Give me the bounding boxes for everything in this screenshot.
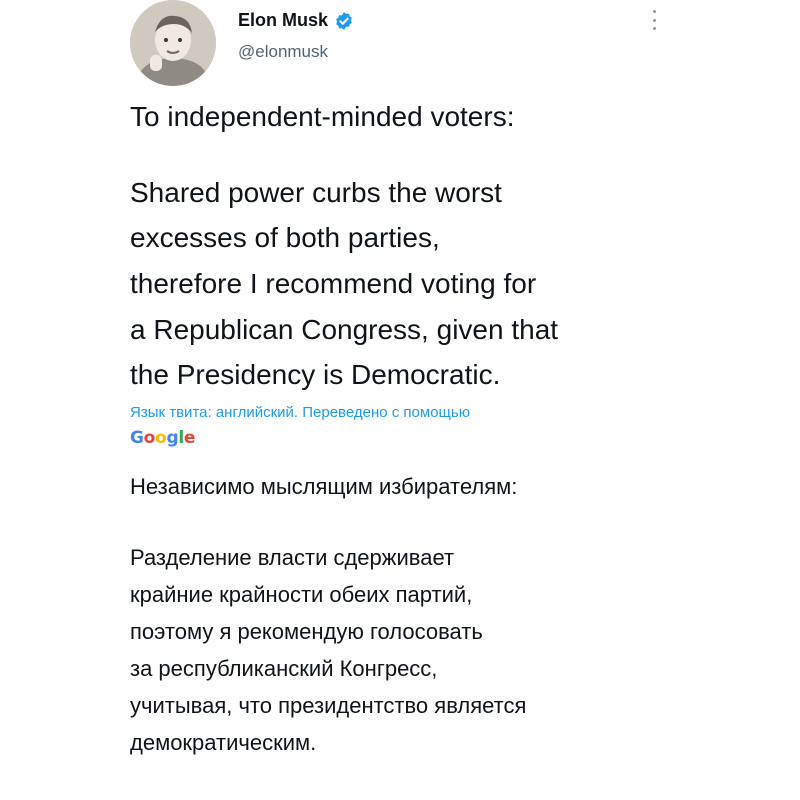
child-portrait-avatar-icon bbox=[130, 0, 216, 86]
tweet-text-line: the Presidency is Democratic. bbox=[130, 359, 501, 390]
tweet-text-line: therefore I recommend voting for bbox=[130, 268, 537, 299]
google-logo[interactable]: Google bbox=[130, 428, 195, 448]
translated-text-line: Независимо мыслящим избирателям: bbox=[130, 474, 518, 499]
tweet-text-line: To independent-minded voters: bbox=[130, 101, 515, 132]
more-vertical-icon[interactable] bbox=[648, 8, 660, 32]
translated-text-line: поэтому я рекомендую голосовать bbox=[130, 619, 483, 644]
google-logo-letter: G bbox=[130, 428, 144, 448]
tweet-text-line: Shared power curbs the worst bbox=[130, 177, 502, 208]
avatar[interactable] bbox=[130, 0, 216, 86]
tweet-text-line: a Republican Congress, given that bbox=[130, 314, 559, 345]
translation-note-link[interactable]: Язык твита: английский. Переведено с пом… bbox=[130, 404, 470, 421]
tweet: Elon Musk @elonmusk To independent-minde… bbox=[0, 0, 800, 800]
translated-text-line: за республиканский Конгресс, bbox=[130, 656, 438, 681]
verified-badge-icon bbox=[334, 11, 354, 31]
translated-text-line: крайние крайности обеих партий, bbox=[130, 582, 473, 607]
translated-text-line: Разделение власти сдерживает bbox=[130, 545, 455, 570]
author-handle[interactable]: @elonmusk bbox=[238, 42, 328, 62]
google-logo-letter: e bbox=[183, 428, 196, 448]
translated-text-line: демократическим. bbox=[130, 730, 317, 755]
tweet-text-line: excesses of both parties, bbox=[130, 222, 440, 253]
author-name[interactable]: Elon Musk bbox=[238, 10, 328, 31]
google-logo-letter: o bbox=[143, 428, 156, 448]
google-logo-letter: g bbox=[166, 428, 179, 448]
google-logo-letter: o bbox=[155, 428, 167, 448]
author-name-row[interactable]: Elon Musk bbox=[238, 10, 354, 31]
translated-text-line: учитывая, что президентство является bbox=[130, 693, 527, 718]
